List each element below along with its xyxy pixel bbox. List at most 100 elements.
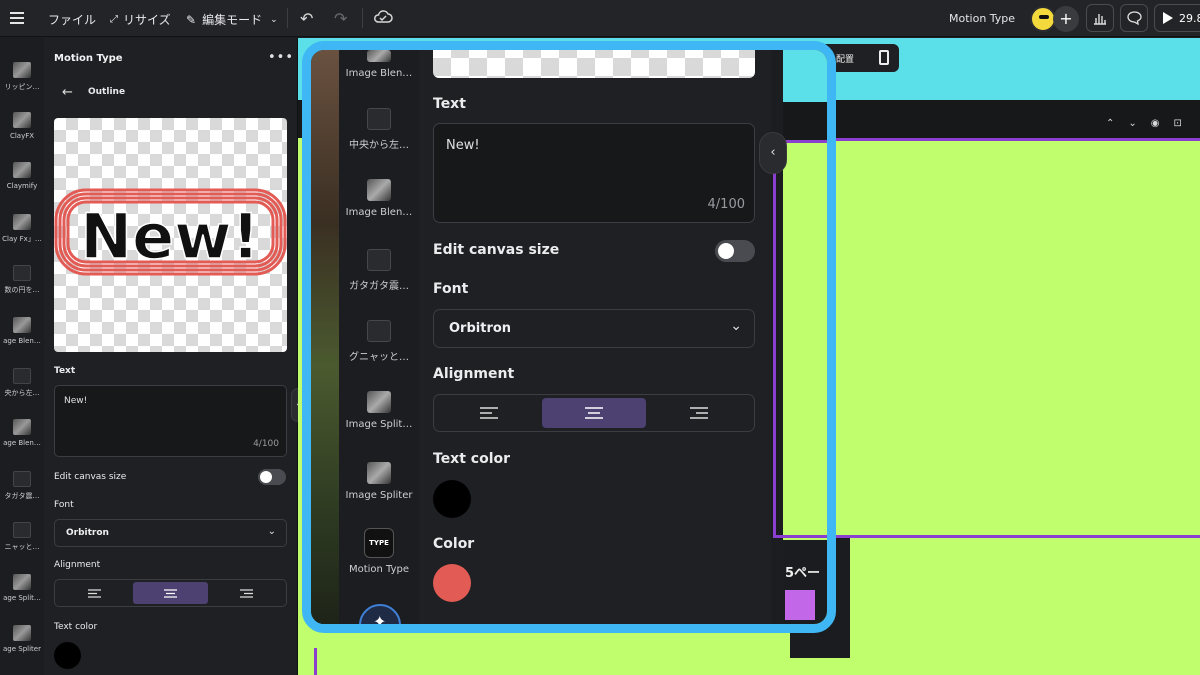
selected-page-frame	[773, 140, 827, 538]
font-dropdown[interactable]: Orbitron ⌄	[433, 309, 755, 348]
align-left-button[interactable]	[57, 582, 133, 604]
redo-icon[interactable]: ↷	[334, 9, 347, 28]
app-thumbnail	[367, 249, 391, 271]
eye-icon[interactable]: ◉	[1151, 118, 1160, 129]
edit-canvas-label: Edit canvas size	[433, 242, 560, 258]
undo-icon[interactable]: ↶	[300, 9, 313, 28]
collapse-panel-button[interactable]: ‹	[759, 132, 787, 174]
page-header-bar	[783, 102, 827, 140]
play-time: 29.8	[1179, 11, 1200, 25]
outline-color-swatch[interactable]	[433, 564, 471, 602]
align-left-icon	[88, 588, 102, 598]
hamburger-menu-icon[interactable]	[10, 10, 24, 26]
font-label: Font	[433, 281, 469, 297]
rail-item[interactable]: Image Blen…	[339, 50, 419, 79]
rail-item[interactable]: age Split…	[0, 574, 44, 602]
resize-label: リサイズ	[123, 13, 171, 27]
arrange-label: 配置	[836, 54, 855, 65]
edit-canvas-toggle[interactable]	[258, 469, 286, 485]
more-options-icon[interactable]: •••	[268, 50, 294, 65]
panel-title: Motion Type	[54, 53, 123, 64]
rail-item[interactable]: 数の円を…	[0, 265, 44, 295]
zoom-callout: Image Blen… 中央から左… Image Blen… ガタガタ震… グニ…	[302, 41, 836, 633]
chevron-down-icon[interactable]: ⌄	[1128, 118, 1136, 129]
add-collaborator-button[interactable]: +	[1053, 6, 1079, 32]
file-menu-label: ファイル	[48, 13, 97, 27]
rail-item[interactable]: 央から左…	[0, 368, 44, 398]
align-left-button[interactable]	[437, 398, 542, 428]
rail-item[interactable]: タガタ震…	[0, 471, 44, 501]
alignment-control	[54, 579, 287, 607]
toolbar-divider	[362, 8, 363, 28]
align-left-icon	[480, 407, 499, 419]
page-thumbnail[interactable]	[785, 590, 815, 620]
char-counter: 4/100	[707, 197, 745, 212]
rail-item[interactable]: ClayFX	[0, 112, 44, 140]
rail-item[interactable]: 中央から左…	[339, 108, 419, 151]
alignment-control	[433, 394, 755, 432]
paint-roller-icon[interactable]	[879, 50, 889, 65]
back-arrow-icon[interactable]: ←	[62, 85, 73, 100]
app-thumbnail	[367, 462, 391, 484]
rail-item[interactable]: Image Blen…	[339, 179, 419, 218]
app-thumbnail	[13, 419, 31, 435]
align-center-button[interactable]	[132, 582, 209, 604]
rail-item[interactable]: Image Split…	[339, 391, 419, 430]
rail-item[interactable]: ニャッと…	[0, 522, 44, 552]
text-color-swatch[interactable]	[54, 642, 81, 669]
app-thumbnail	[13, 317, 31, 333]
font-value: Orbitron	[449, 321, 512, 336]
app-thumbnail	[13, 112, 31, 128]
rail-item[interactable]: age Spliter	[0, 625, 44, 653]
insights-button[interactable]	[1086, 4, 1114, 32]
project-title[interactable]: Motion Type	[949, 12, 1015, 25]
chevron-down-icon: ⌄	[270, 14, 278, 25]
align-center-button[interactable]	[541, 398, 647, 428]
align-right-button[interactable]	[208, 582, 284, 604]
app-thumbnail	[13, 368, 31, 384]
text-color-swatch[interactable]	[433, 480, 471, 518]
apps-rail: リッピン… ClayFX Claymify Clay Fx」… 数の円を… ag…	[0, 38, 44, 675]
resize-button[interactable]: ⤢ リサイズ	[110, 11, 171, 28]
app-thumbnail	[13, 625, 31, 641]
panel-subtitle: Outline	[88, 87, 126, 97]
text-color-label: Text color	[54, 622, 98, 632]
comment-icon	[1126, 11, 1142, 25]
file-menu[interactable]: ファイル	[48, 11, 96, 28]
app-thumbnail	[13, 522, 31, 538]
rail-item[interactable]: Clay Fx」…	[0, 214, 44, 244]
chevron-up-icon[interactable]: ⌃	[1106, 118, 1114, 129]
rail-item[interactable]: グニャッと…	[339, 320, 419, 363]
rail-item[interactable]: リッピン…	[0, 62, 44, 92]
effect-preview: New!	[54, 118, 287, 352]
toolbar-divider	[287, 8, 288, 28]
align-right-icon	[239, 588, 253, 598]
motion-type-app-icon: TYPE	[364, 528, 394, 558]
rail-item[interactable]: Claymify	[0, 162, 44, 190]
cloud-saved-icon[interactable]	[373, 8, 393, 30]
align-right-button[interactable]	[646, 398, 751, 428]
comment-button[interactable]	[1120, 4, 1148, 32]
top-toolbar: ファイル ⤢ リサイズ ✎ 編集モード ⌄ ↶ ↷ Motion Type + …	[0, 0, 1200, 37]
app-thumbnail	[367, 320, 391, 342]
text-input[interactable]: New! 4/100	[54, 385, 287, 457]
rail-item[interactable]: age Blen…	[0, 317, 44, 345]
rail-item-motion-type[interactable]: TYPE Motion Type	[339, 528, 419, 575]
rail-item[interactable]: ガタガタ震…	[339, 249, 419, 292]
text-input[interactable]: New! 4/100	[433, 123, 755, 223]
app-thumbnail	[13, 574, 31, 590]
present-button[interactable]: 29.8	[1154, 4, 1200, 32]
app-thumbnail	[13, 62, 31, 78]
rail-item[interactable]: Image Spliter	[339, 462, 419, 501]
rail-item[interactable]: age Blen…	[0, 419, 44, 447]
font-label: Font	[54, 500, 74, 510]
lock-icon[interactable]: ⊡	[1174, 118, 1182, 129]
effect-preview-cropped	[433, 50, 755, 78]
align-center-icon	[164, 588, 177, 598]
color-label: Color	[433, 536, 475, 552]
align-right-icon	[689, 407, 708, 419]
edit-canvas-toggle[interactable]	[715, 240, 755, 262]
edit-mode-dropdown[interactable]: ✎ 編集モード ⌄	[186, 11, 278, 28]
font-dropdown[interactable]: Orbitron ⌄	[54, 519, 287, 547]
selected-page-frame[interactable]	[790, 138, 1200, 538]
